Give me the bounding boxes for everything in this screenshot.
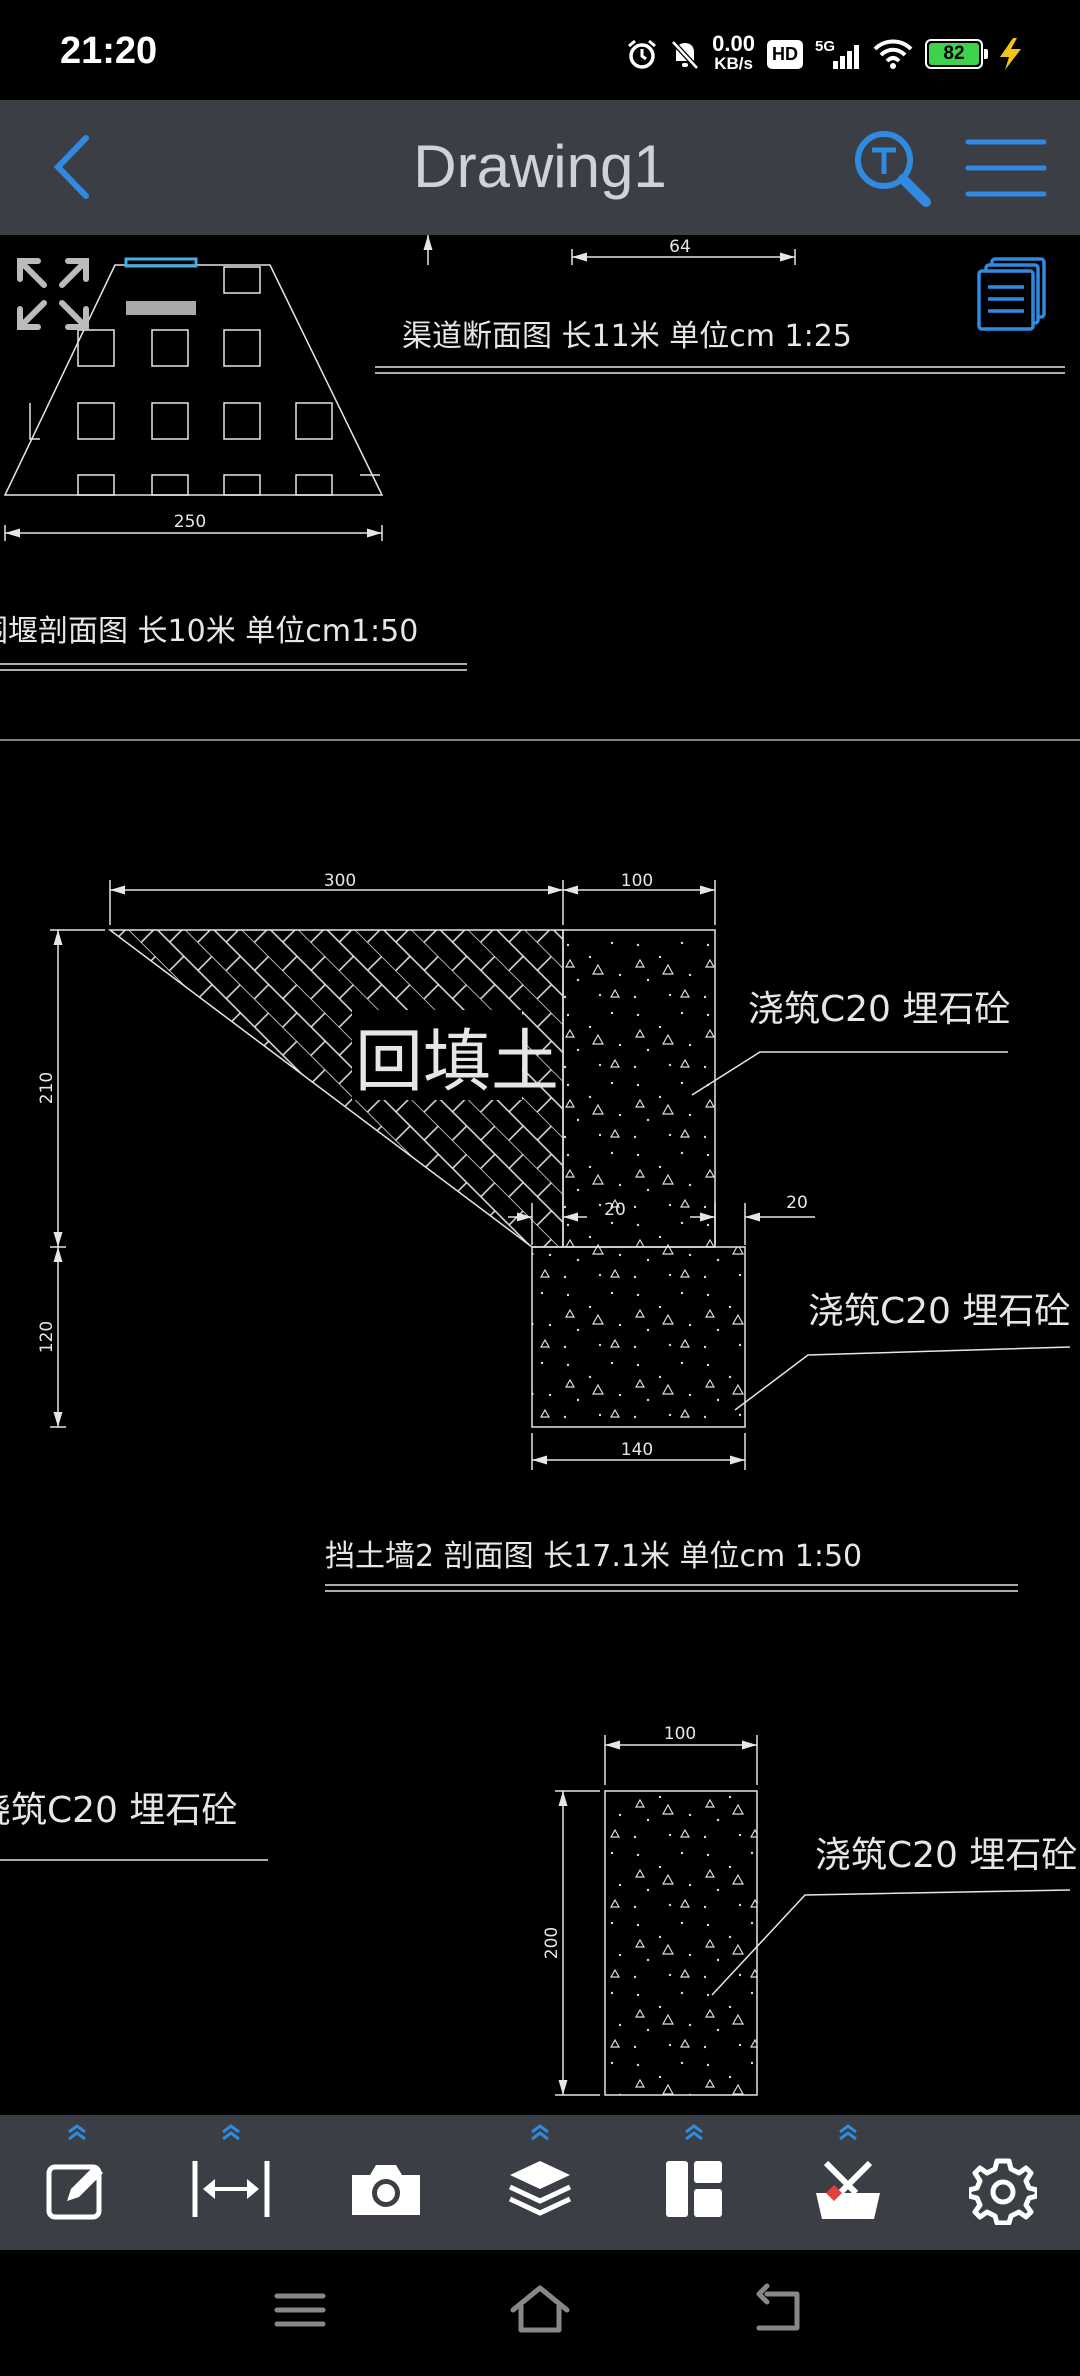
status-time: 21:20 [60,30,158,72]
weir-section-title: 围堰剖面图 长10米 单位cm1:50 [0,614,418,649]
dim-210: 210 [37,1072,57,1104]
back-nav-button[interactable] [745,2280,815,2340]
camera-tool-button[interactable] [309,2115,463,2250]
home-button[interactable] [505,2280,575,2340]
battery-level: 82 [929,43,979,65]
tools-tool-button[interactable] [771,2115,925,2250]
camera-icon [351,2165,420,2215]
recents-button[interactable] [265,2280,335,2340]
chevron-up-icon [685,2124,704,2141]
settings-tool-button[interactable] [926,2115,1080,2250]
dim-250: 250 [174,512,206,532]
drawing-canvas[interactable]: 250 64 渠道断面图 长11米 单位cm 1:25 围堰剖面图 长10米 单… [0,235,1080,2115]
fullscreen-button[interactable] [14,255,92,333]
concrete-label-3: 浇筑C20 埋石砼 [0,1790,237,1831]
signal-icon: 5G [815,38,859,69]
cad-drawing: 250 64 渠道断面图 长11米 单位cm 1:25 围堰剖面图 长10米 单… [0,235,1080,2096]
weir-title-underline [0,663,467,671]
retaining-wall-drawing [50,880,1071,1470]
layout-list-button[interactable] [976,255,1048,333]
alarm-icon [628,39,657,69]
hd-badge: HD [767,39,803,69]
charging-icon [1000,38,1021,70]
edit-icon [46,2164,104,2220]
dim-300: 300 [324,871,356,891]
hamburger-menu-icon [965,139,1047,197]
menu-button[interactable] [962,124,1050,212]
dim-100-bottom: 100 [664,1724,696,1744]
dim-140: 140 [621,1440,653,1460]
layers-tool-button[interactable] [463,2115,617,2250]
tools-icon [816,2160,881,2219]
dim-64: 64 [669,237,691,257]
battery-icon: 82 [925,39,988,69]
edit-tool-button[interactable] [0,2115,154,2250]
status-icons: 0.00 KB/s HD 5G 82 [626,31,1025,74]
chevron-up-icon [68,2124,87,2141]
layers-icon [508,2161,571,2216]
wall-title-underline [325,1584,1018,1592]
measure-tool-button[interactable] [154,2115,308,2250]
concrete-label-4: 浇筑C20 埋石砼 [815,1835,1077,1876]
dim-100-top: 100 [621,871,653,891]
wall-section-title: 挡土墙2 剖面图 长17.1米 单位cm 1:50 [325,1539,862,1574]
app-header: Drawing1 [0,100,1080,235]
measure-icon [192,2161,270,2217]
chevron-up-icon [531,2124,549,2141]
settings-icon [968,2158,1037,2225]
recents-icon [274,2293,326,2327]
svg-text:5G: 5G [815,38,835,55]
layout-list-icon [977,257,1046,331]
layout-icon [666,2161,723,2217]
dim-200: 200 [542,1927,562,1959]
chevron-up-icon [222,2124,241,2141]
system-nav-bar [0,2250,1080,2376]
dim-20-left: 20 [604,1200,626,1220]
mute-icon [671,40,700,70]
layout-tool-button[interactable] [617,2115,771,2250]
bottom-toolbar [0,2115,1080,2250]
concrete-label-1: 浇筑C20 埋石砼 [748,989,1010,1030]
dim-20-right: 20 [786,1193,808,1213]
wifi-icon [873,39,913,69]
channel-section-title: 渠道断面图 长11米 单位cm 1:25 [402,319,852,354]
text-search-icon [855,131,931,207]
status-bar: 21:20 0.00 KB/s HD 5G 82 [0,0,1080,100]
home-icon [510,2285,570,2333]
back-icon [756,2283,800,2331]
dim-120: 120 [37,1321,57,1353]
text-search-button[interactable] [848,124,936,212]
fullscreen-icon [17,258,89,330]
net-speed: 0.00 KB/s [712,31,755,74]
chevron-up-icon [839,2124,858,2141]
backfill-label: 回填土 [355,1023,559,1102]
lower-column-drawing [555,1735,1071,2096]
concrete-label-2: 浇筑C20 埋石砼 [808,1291,1070,1332]
